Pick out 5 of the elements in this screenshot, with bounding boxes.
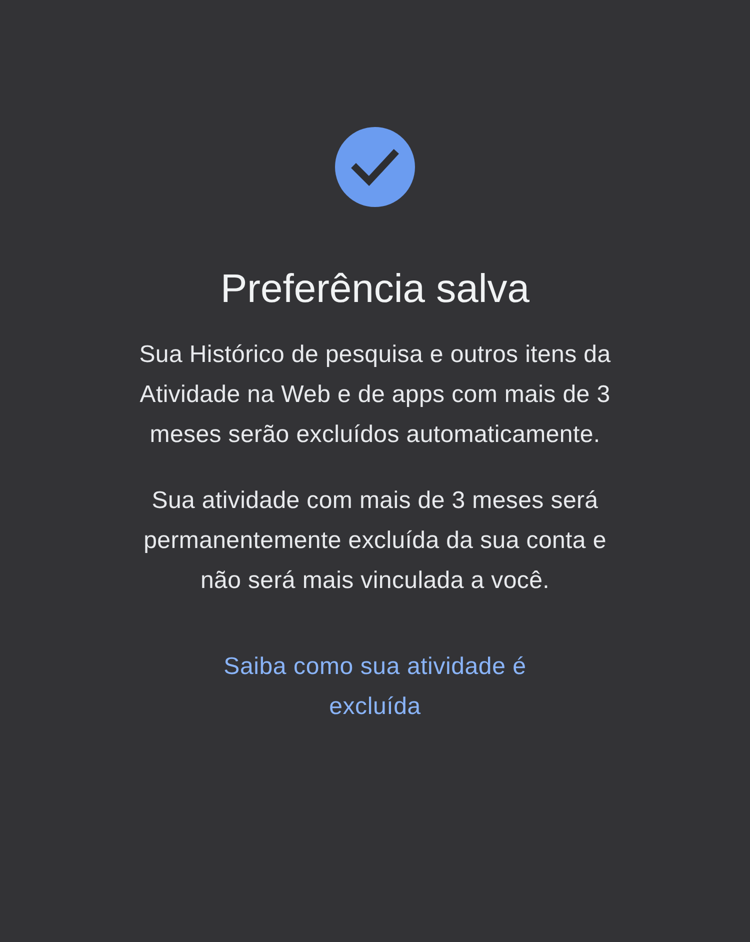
check-circle-icon <box>335 127 415 207</box>
description-text: Sua atividade com mais de 3 meses será permanentemente excluída da sua conta e não será mais vinculada a você. <box>142 486 608 596</box>
dialog-title: Preferência salva <box>220 266 530 313</box>
learn-more-link[interactable]: Saiba como sua atividade é excluída <box>175 647 575 727</box>
description-text: Sua Histórico de pesquisa e outros itens da Atividade na Web e de apps com mais de 3 meses serão excluídos automaticamente. <box>138 340 612 450</box>
